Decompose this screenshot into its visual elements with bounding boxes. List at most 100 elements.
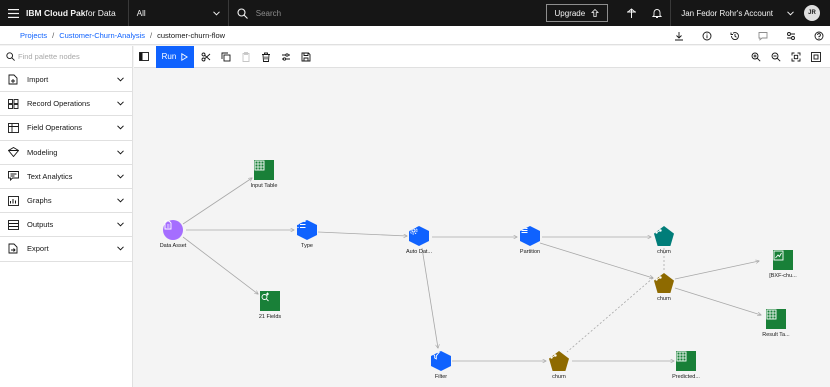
data-audit-icon [261,292,269,302]
node-palette: Find palette nodes Import Record Operati… [0,46,133,387]
search-scope-value: All [136,8,146,18]
cut-icon[interactable] [196,46,216,68]
node-21-fields[interactable] [260,291,280,311]
node-label: Auto Dat... [406,249,432,255]
product-name[interactable]: IBM Cloud Pak for Data [26,0,129,26]
upgrade-button[interactable]: Upgrade [545,4,609,22]
download-icon[interactable] [674,31,684,41]
import-icon [8,74,20,85]
account-name: Jan Fedor Rohr's Account [681,8,773,18]
breadcrumb-project[interactable]: Customer-Churn-Analysis [59,31,145,40]
breadcrumb-current: customer-churn-flow [157,30,226,40]
minimap-icon[interactable] [806,46,826,68]
hamburger-menu-icon[interactable] [0,0,26,26]
node-label: churn [657,296,671,302]
file-icon [164,220,172,230]
palette-category-outputs[interactable]: Outputs [0,213,132,238]
chevron-down-icon [117,101,124,106]
info-icon[interactable] [702,31,712,41]
version-history-icon[interactable] [730,31,740,41]
avatar[interactable]: JR [804,5,820,21]
node-label: Input Table [250,183,278,189]
chevron-down-icon [117,174,124,179]
chevron-down-icon [117,246,124,251]
category-label: Field Operations [27,123,83,133]
notifications-icon[interactable] [644,0,670,26]
node-label: Predicted... [672,374,700,380]
zoom-out-icon[interactable] [766,46,786,68]
chevron-down-icon [117,150,124,155]
zoom-in-icon[interactable] [746,46,766,68]
link-churn-nugget-bxf [674,261,759,280]
node-label: Data Asset [159,243,187,249]
palette-category-export[interactable]: Export [0,237,132,262]
flow-toolbar: Run [134,45,830,68]
breadcrumb-projects[interactable]: Projects [20,31,47,40]
field-ops-icon [8,123,20,133]
palette-category-graphs[interactable]: Graphs [0,189,132,214]
graphs-icon [8,195,20,206]
global-search-input[interactable]: Search [229,0,546,26]
node-data-asset[interactable] [163,220,183,240]
chevron-down-icon [787,10,794,16]
link-model-refresh-2 [566,277,654,353]
play-icon [181,52,189,61]
search-icon [6,52,15,61]
search-scope-dropdown[interactable]: All [129,0,229,26]
breadcrumb-separator: / [150,30,153,40]
top-header: IBM Cloud Pak for Data All Search Upgrad… [0,0,830,26]
table-icon [676,351,687,362]
copy-icon[interactable] [216,46,236,68]
chevron-down-icon [117,125,124,130]
run-button[interactable]: Run [156,45,194,68]
export-icon [8,243,20,254]
settings-adjust-icon[interactable] [786,31,796,41]
category-label: Text Analytics [27,171,73,181]
record-ops-icon [8,98,20,109]
search-icon [237,7,248,19]
node-label: Result Ta... [762,332,790,338]
chevron-down-icon [117,198,124,203]
paste-icon[interactable] [236,46,256,68]
node-label: Partition [519,249,541,255]
node-result-table[interactable] [766,309,786,329]
search-placeholder: Search [255,8,282,18]
help-icon[interactable] [814,31,824,41]
chart-icon [773,250,784,261]
delete-icon[interactable] [256,46,276,68]
node-label: churn [657,249,671,255]
chevron-down-icon [212,10,220,16]
node-label: Filter [434,374,448,380]
deploy-icon[interactable] [618,0,644,26]
node-predicted[interactable] [676,351,696,371]
node-label: churn [552,374,566,380]
node-input-table[interactable] [254,160,274,180]
palette-category-modeling[interactable]: Modeling [0,141,132,165]
node-label: Type [301,243,313,249]
chevron-down-icon [117,77,124,82]
category-label: Export [27,244,49,254]
flow-properties-icon[interactable] [276,46,296,68]
link-type-auto-data [317,231,407,236]
palette-category-import[interactable]: Import [0,68,132,93]
save-icon[interactable] [296,46,316,68]
account-switcher[interactable]: Jan Fedor Rohr's Account [670,0,804,26]
comments-icon[interactable] [758,31,768,41]
link-auto-data-filter [421,247,438,348]
palette-search-placeholder: Find palette nodes [18,52,80,61]
toggle-palette-icon[interactable] [134,46,154,68]
node-label: [BXF-chu... [769,273,797,279]
palette-category-record-operations[interactable]: Record Operations [0,92,132,117]
palette-category-field-operations[interactable]: Field Operations [0,116,132,141]
flow-canvas[interactable]: Data Asset Input Table Type 21 Fields Au… [134,68,830,387]
category-label: Import [27,75,49,85]
node-bxf-churn[interactable] [773,250,793,270]
breadcrumb: Projects / Customer-Churn-Analysis / cus… [0,26,830,45]
breadcrumb-separator: / [52,30,55,40]
palette-search-input[interactable]: Find palette nodes [0,46,132,68]
node-label: 21 Fields [258,314,282,320]
flow-links [182,68,830,387]
palette-category-text-analytics[interactable]: Text Analytics [0,165,132,189]
fit-to-screen-icon[interactable] [786,46,806,68]
outputs-icon [8,219,20,230]
